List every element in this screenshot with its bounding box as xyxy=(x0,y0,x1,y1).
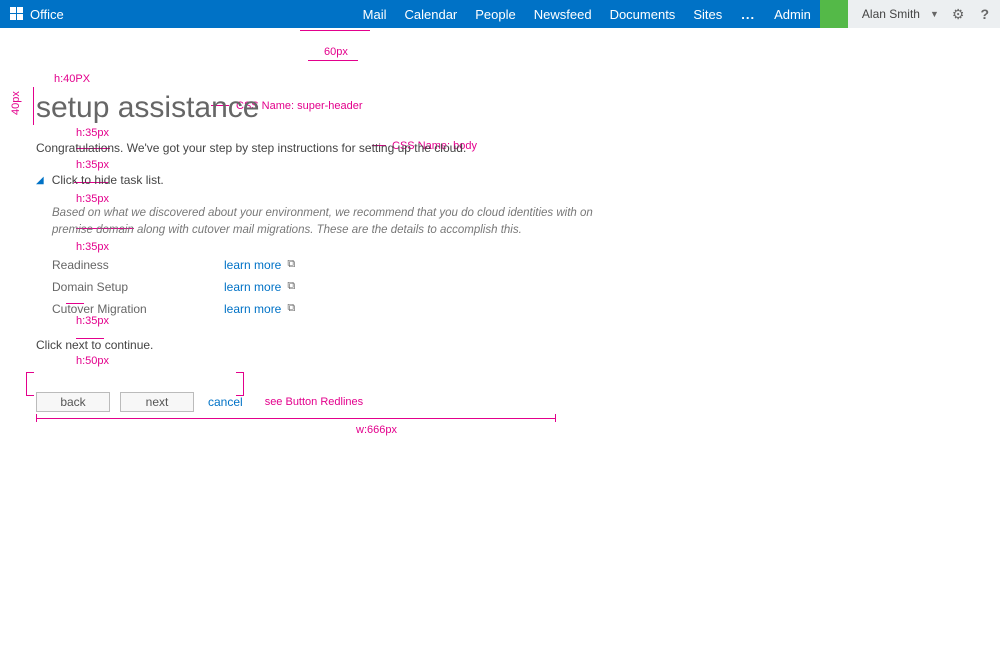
nav-items: Mail Calendar People Newsfeed Documents … xyxy=(354,0,820,28)
popout-icon[interactable]: ⧉ xyxy=(287,258,295,271)
presence-indicator[interactable] xyxy=(820,0,848,28)
intro-text: Congratulations. We've got your step by … xyxy=(36,141,702,155)
learn-more-link[interactable]: learn more xyxy=(224,302,281,316)
brand[interactable]: Office xyxy=(0,7,74,22)
caret-down-icon[interactable]: ▼ xyxy=(930,9,939,19)
redline-rule xyxy=(300,30,370,31)
continue-instruction: Click next to continue. xyxy=(36,338,702,352)
userbar: Alan Smith ▼ ⚙ ? xyxy=(848,0,1000,28)
popout-icon[interactable]: ⧉ xyxy=(287,280,295,293)
nav-ellipsis[interactable]: ... xyxy=(731,0,765,28)
redline-rule xyxy=(36,418,556,419)
redline-60px: 60px xyxy=(324,46,348,58)
help-icon[interactable]: ? xyxy=(977,6,992,22)
redline-h40: h:40PX xyxy=(54,73,90,85)
redline-rule xyxy=(36,414,37,422)
gear-icon[interactable]: ⚙ xyxy=(949,6,968,23)
collapse-arrow-icon: ◢ xyxy=(36,175,44,186)
nav-label: Newsfeed xyxy=(534,7,592,22)
task-row-cutover-migration: Cutover Migration learn more ⧉ xyxy=(52,298,702,320)
nav-label: Documents xyxy=(610,7,676,22)
cancel-link[interactable]: cancel xyxy=(208,395,243,409)
redline-rule xyxy=(33,87,34,125)
redline-button-note: see Button Redlines xyxy=(265,396,363,408)
task-row-readiness: Readiness learn more ⧉ xyxy=(52,254,702,276)
nav-label: Admin xyxy=(774,7,811,22)
task-name: Readiness xyxy=(52,258,224,272)
learn-more-link[interactable]: learn more xyxy=(224,258,281,272)
task-list: Readiness learn more ⧉ Domain Setup lear… xyxy=(52,254,702,320)
recommendation-text: Based on what we discovered about your e… xyxy=(52,205,612,240)
task-name: Domain Setup xyxy=(52,280,224,294)
topbar: Office Mail Calendar People Newsfeed Doc… xyxy=(0,0,1000,28)
nav-newsfeed[interactable]: Newsfeed xyxy=(525,0,601,28)
nav-label: People xyxy=(475,7,515,22)
redline-bracket-left xyxy=(26,372,34,396)
page-title: setup assistance xyxy=(36,88,702,128)
nav-calendar[interactable]: Calendar xyxy=(396,0,467,28)
redline-rule xyxy=(308,60,358,61)
redline-40px: 40px xyxy=(10,91,22,115)
popout-icon[interactable]: ⧉ xyxy=(287,302,295,315)
learn-more-link[interactable]: learn more xyxy=(224,280,281,294)
nav-documents[interactable]: Documents xyxy=(601,0,685,28)
task-row-domain-setup: Domain Setup learn more ⧉ xyxy=(52,276,702,298)
task-name: Cutover Migration xyxy=(52,302,224,316)
brand-label: Office xyxy=(30,7,64,22)
ellipsis-label: ... xyxy=(741,7,755,22)
office-logo-icon xyxy=(10,7,24,21)
redline-rule xyxy=(555,414,556,422)
nav-sites[interactable]: Sites xyxy=(684,0,731,28)
user-name[interactable]: Alan Smith xyxy=(862,7,920,21)
nav-label: Mail xyxy=(363,7,387,22)
next-button[interactable]: next xyxy=(120,392,194,412)
back-button[interactable]: back xyxy=(36,392,110,412)
nav-label: Sites xyxy=(693,7,722,22)
nav-label: Calendar xyxy=(405,7,458,22)
nav-admin[interactable]: Admin xyxy=(765,0,820,28)
toggle-task-list[interactable]: ◢ Click to hide task list. xyxy=(36,173,702,187)
redline-w666: w:666px xyxy=(356,424,397,436)
nav-people[interactable]: People xyxy=(466,0,524,28)
nav-mail[interactable]: Mail xyxy=(354,0,396,28)
toggle-label: Click to hide task list. xyxy=(52,173,164,187)
button-row: back next cancel see Button Redlines xyxy=(36,392,702,412)
content-area: setup assistance Congratulations. We've … xyxy=(36,88,702,412)
